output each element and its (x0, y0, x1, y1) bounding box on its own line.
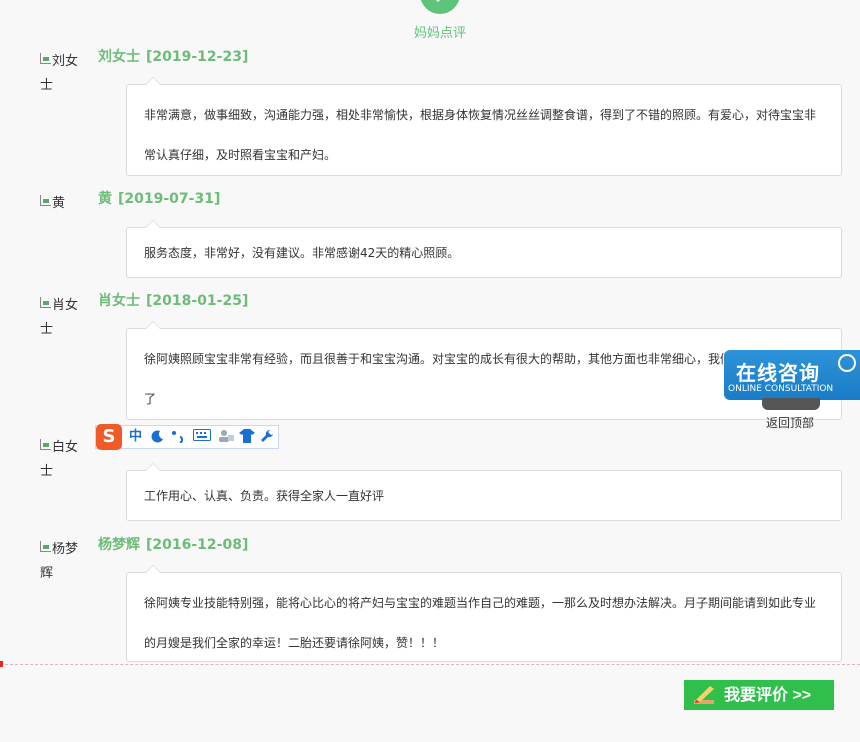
checkmark-icon (420, 0, 460, 14)
broken-image-icon (40, 541, 51, 552)
reviewer-name: 黄 (98, 191, 112, 207)
review-date: [2019-12-23] (146, 49, 249, 65)
consult-widget-base (762, 398, 820, 410)
back-to-top-link[interactable]: 返回顶部 (766, 414, 814, 431)
broken-image-icon (40, 439, 51, 450)
section-header: 妈妈点评 (0, 0, 860, 42)
review-bubble: 服务态度，非常好，没有建议。非常感谢42天的精心照顾。 (126, 220, 842, 278)
review-item: 杨梦辉 杨梦辉 [2016-12-08] 徐阿姨专业技能特别强，能将心比心的将产妇… (0, 537, 860, 668)
keyboard-icon[interactable] (193, 429, 211, 446)
review-bubble: 工作用心、认真、负责。获得全家人一直好评 (126, 463, 842, 521)
section-title: 妈妈点评 (413, 26, 466, 41)
reviewer-name: 杨梦辉 (98, 537, 140, 553)
review-text: 非常满意，做事细致，沟通能力强，相处非常愉快，根据身体恢复情况丝丝调整食谱，得到… (144, 108, 817, 162)
review-item: 刘女士 刘女士 [2019-12-23] 非常满意，做事细致，沟通能力强，相处非常… (0, 49, 860, 180)
broken-image-icon (40, 195, 51, 206)
sogou-logo-icon[interactable]: S (96, 424, 122, 450)
ime-toolbar[interactable]: S 中 (95, 424, 279, 450)
review-bubble: 非常满意，做事细致，沟通能力强，相处非常愉快，根据身体恢复情况丝丝调整食谱，得到… (126, 77, 842, 176)
review-date: [2016-12-08] (146, 537, 249, 553)
divider (0, 664, 860, 665)
review-header: 刘女士 [2019-12-23] (98, 46, 248, 66)
reviewer-name: 肖女士 (98, 293, 140, 309)
review-item: 白女士 工作用心、认真、负责。获得全家人一直好评 (0, 436, 860, 526)
review-item: 黄 黄 [2019-07-31] 服务态度，非常好，没有建议。非常感谢42天的精心… (0, 191, 860, 282)
consult-title: 在线咨询 (736, 361, 820, 385)
skin-icon[interactable] (239, 429, 255, 448)
write-review-button[interactable]: 我要评价 >> (684, 680, 834, 710)
consult-subtitle: ONLINE CONSULTATION (728, 384, 834, 394)
review-header: 黄 [2019-07-31] (98, 188, 220, 208)
review-date: [2018-01-25] (146, 293, 249, 309)
wrench-icon[interactable] (260, 429, 274, 448)
review-bubble: 徐阿姨专业技能特别强，能将心比心的将产妇与宝宝的难题当作自己的难题，一那么及时想… (126, 565, 842, 662)
reviewer-name: 刘女士 (98, 49, 140, 65)
review-text: 工作用心、认真、负责。获得全家人一直好评 (144, 489, 385, 503)
avatar: 肖女士 (40, 297, 79, 337)
avatar: 刘女士 (40, 53, 79, 93)
avatar: 黄 (40, 192, 88, 216)
moon-icon[interactable] (151, 429, 165, 448)
input-mode-toggle[interactable]: 中 (129, 429, 142, 445)
chat-icon (838, 354, 856, 372)
edge-marker (0, 661, 3, 667)
broken-image-icon (40, 53, 51, 64)
review-text: 服务态度，非常好，没有建议。非常感谢42天的精心照顾。 (144, 246, 460, 260)
review-text: 徐阿姨专业技能特别强，能将心比心的将产妇与宝宝的难题当作自己的难题，一那么及时想… (144, 596, 817, 650)
review-header: 肖女士 [2018-01-25] (98, 290, 248, 310)
online-consultation-button[interactable]: 在线咨询 ONLINE CONSULTATION (724, 350, 860, 400)
review-header: 杨梦辉 [2016-12-08] (98, 534, 248, 554)
avatar: 白女士 (40, 439, 79, 479)
user-icon[interactable] (217, 429, 235, 448)
punctuation-icon[interactable] (171, 429, 185, 448)
pencil-icon (694, 686, 714, 704)
broken-image-icon (40, 297, 51, 308)
review-date: [2019-07-31] (118, 191, 221, 207)
avatar: 杨梦辉 (40, 541, 79, 581)
